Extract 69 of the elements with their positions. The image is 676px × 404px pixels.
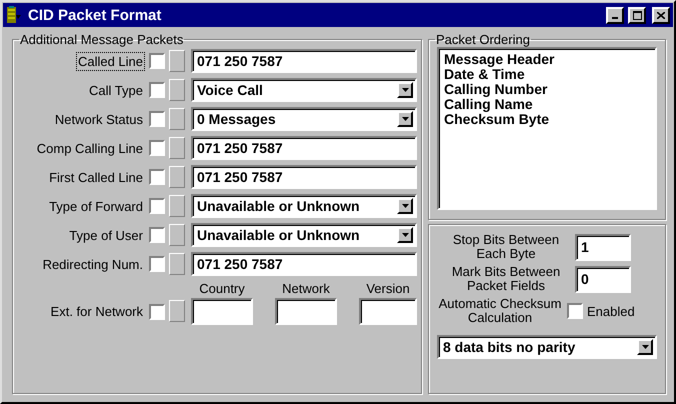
checkbox[interactable] (149, 82, 165, 98)
list-item[interactable]: Calling Name (444, 97, 650, 112)
caret-icon (402, 204, 408, 208)
field-label: Type of Forward (48, 198, 144, 216)
dropdown[interactable]: 0 Messages (191, 107, 417, 131)
dropdown[interactable]: 8 data bits no parity (437, 335, 657, 359)
group-title: Additional Message Packets (19, 32, 184, 47)
checkbox[interactable] (149, 169, 165, 185)
caret-icon (402, 233, 408, 237)
checkbox[interactable] (149, 304, 165, 320)
input-field[interactable]: 071 250 7587 (191, 49, 417, 73)
column-header: Country (199, 281, 245, 296)
maximize-button[interactable] (628, 6, 646, 24)
close-button[interactable] (652, 6, 670, 24)
status-indicator (169, 50, 185, 72)
column-header: Version (366, 281, 410, 296)
checkbox[interactable] (149, 227, 165, 243)
input-field[interactable]: 0 (575, 266, 631, 292)
input-field[interactable] (359, 298, 417, 325)
checkbox-label: Enabled (587, 304, 635, 318)
checkbox[interactable] (567, 303, 583, 319)
checkbox[interactable] (149, 111, 165, 127)
field-label: Comp Calling Line (36, 140, 144, 158)
input-field[interactable]: 1 (575, 234, 631, 260)
field-label: Automatic Checksum Calculation (438, 297, 562, 325)
list-item[interactable]: Date & Time (444, 67, 650, 82)
input-field[interactable] (275, 298, 337, 325)
status-indicator (169, 108, 185, 130)
caret-icon (402, 88, 408, 92)
maximize-icon (632, 10, 642, 20)
dropdown[interactable]: Unavailable or Unknown (191, 223, 417, 247)
checkbox[interactable] (149, 256, 165, 272)
input-field[interactable]: 071 250 7587 (191, 252, 417, 276)
group-title: Packet Ordering (435, 32, 531, 47)
input-field[interactable] (191, 298, 253, 325)
list-item[interactable]: Calling Number (444, 82, 650, 97)
status-indicator (169, 300, 185, 322)
field-label: First Called Line (48, 168, 144, 186)
status-indicator (169, 195, 185, 217)
field-label: Ext. for Network (50, 303, 144, 321)
app-icon (6, 6, 24, 24)
column-header: Network (282, 281, 330, 296)
input-field[interactable]: 071 250 7587 (191, 136, 417, 160)
status-indicator (169, 224, 185, 246)
checkbox[interactable] (149, 140, 165, 156)
list-item[interactable]: Message Header (444, 52, 650, 67)
status-indicator (169, 253, 185, 275)
field-label: Stop Bits Between Each Byte (452, 233, 560, 261)
list-box[interactable]: Message Header Date & Time Calling Number Calling Name Checksum Byte (437, 47, 657, 210)
minimize-button[interactable] (606, 6, 624, 24)
status-indicator (169, 137, 185, 159)
checkbox[interactable] (149, 198, 165, 214)
dropdown[interactable]: Voice Call (191, 78, 417, 102)
list-item[interactable]: Checksum Byte (444, 112, 650, 127)
field-label: Called Line (76, 52, 145, 70)
field-label: Network Status (54, 110, 144, 128)
status-indicator (169, 79, 185, 101)
input-field[interactable]: 071 250 7587 (191, 165, 417, 189)
field-label: Mark Bits Between Packet Fields (450, 265, 562, 293)
dropdown[interactable]: Unavailable or Unknown (191, 194, 417, 218)
field-label: Redirecting Num. (42, 256, 144, 274)
field-label: Call Type (88, 82, 144, 100)
caret-icon (642, 345, 648, 349)
caret-icon (402, 117, 408, 121)
field-label: Type of User (68, 226, 144, 244)
close-icon (657, 12, 665, 18)
window-title: CID Packet Format (28, 6, 162, 24)
status-indicator (169, 166, 185, 188)
checkbox[interactable] (149, 53, 165, 69)
